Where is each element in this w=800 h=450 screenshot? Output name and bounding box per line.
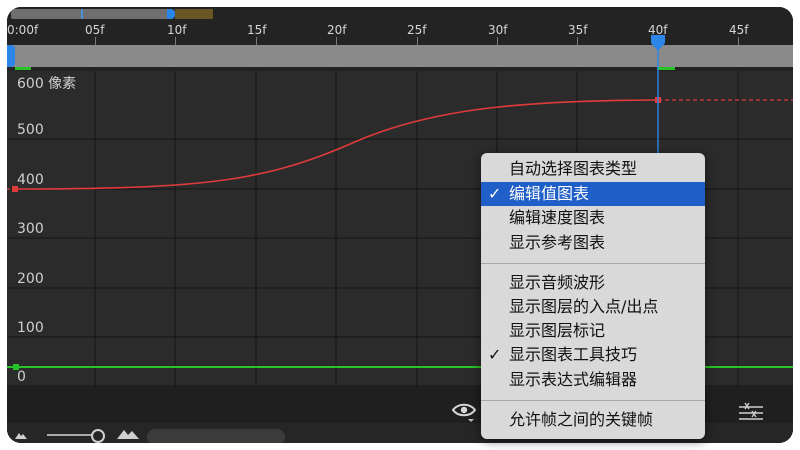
ruler-tick [577,37,578,45]
y-axis-label: 300 [17,221,44,237]
ruler-label: 0:00f [7,23,39,37]
menu-item-show-layer-markers[interactable]: 显示图层标记 [481,319,705,343]
ruler-label: 05f [85,23,105,37]
zoom-in-mountain-icon[interactable] [117,429,139,439]
y-axis-label: 200 [17,271,44,287]
work-area-end-handle[interactable] [167,9,175,19]
menu-item-label: 允许帧之间的关键帧 [509,410,654,429]
checkmark-icon: ✓ [488,345,502,364]
time-ruler[interactable]: 0:00f 05f 10f 15f 20f 25f 30f 35f 40f 45… [7,21,793,45]
ruler-label: 35f [568,23,588,37]
menu-item-label: 显示表达式编辑器 [509,370,638,389]
ruler-label: 25f [407,23,427,37]
checkmark-icon: ✓ [488,184,502,203]
layer-in-marker [15,67,31,70]
ruler-tick [175,37,176,45]
y-axis-label: 600 像素 [17,76,77,92]
ruler-tick [95,37,96,45]
menu-item-show-layer-in-out[interactable]: 显示图层的入点/出点 [481,295,705,319]
menu-item-allow-keyframes-between-frames[interactable]: 允许帧之间的关键帧 [481,408,705,432]
ruler-label: 45f [729,23,749,37]
work-area-extension [175,9,213,19]
menu-item-show-graph-tool-tips[interactable]: ✓ 显示图表工具技巧 [481,343,705,367]
zoom-slider-knob[interactable] [91,429,105,443]
menu-item-show-reference-graph[interactable]: 显示参考图表 [481,231,705,255]
ruler-label: 10f [167,23,187,37]
menu-separator [481,263,705,264]
menu-item-edit-value-graph[interactable]: ✓ 编辑值图表 [481,182,705,206]
menu-item-label: 编辑速度图表 [509,208,606,227]
menu-item-label: 显示参考图表 [509,233,606,252]
y-axis-label: 400 [17,172,44,188]
menu-item-show-expression-editor[interactable]: 显示表达式编辑器 [481,368,705,392]
menu-item-label: 显示图层的入点/出点 [509,297,659,316]
work-area-bar[interactable] [11,9,171,19]
y-axis-label: 100 [17,320,44,336]
work-area-marker [81,9,83,19]
work-area-strip[interactable] [7,7,793,21]
menu-item-label: 显示图层标记 [509,321,606,340]
ruler-tick [738,37,739,45]
y-axis-label: 0 [17,369,26,385]
menu-item-show-audio-waveform[interactable]: 显示音频波形 [481,271,705,295]
ruler-label: 15f [247,23,267,37]
time-navigator-start-handle[interactable] [7,45,15,67]
graph-options-context-menu: 自动选择图表类型 ✓ 编辑值图表 编辑速度图表 显示参考图表 显示音频波形 显示… [481,153,705,439]
ruler-tick [336,37,337,45]
menu-item-label: 编辑值图表 [509,184,590,203]
ruler-tick [417,37,418,45]
menu-separator [481,400,705,401]
anchor-snap-icon[interactable] [737,401,765,423]
menu-item-label: 显示图表工具技巧 [509,345,638,364]
y-axis-label: 500 [17,122,44,138]
menu-item-label: 自动选择图表类型 [509,159,638,178]
eye-icon[interactable] [451,401,477,423]
ruler-label: 30f [488,23,508,37]
horizontal-scrollbar[interactable] [147,429,285,443]
menu-item-edit-speed-graph[interactable]: 编辑速度图表 [481,206,705,230]
ruler-tick [256,37,257,45]
time-navigator-bar[interactable] [7,45,793,67]
zoom-out-mountain-icon[interactable] [15,431,27,439]
menu-item-label: 显示音频波形 [509,273,606,292]
ruler-tick [497,37,498,45]
playhead-icon [651,35,665,51]
menu-item-auto-select-graph-type[interactable]: 自动选择图表类型 [481,157,705,181]
ruler-label: 20f [327,23,347,37]
